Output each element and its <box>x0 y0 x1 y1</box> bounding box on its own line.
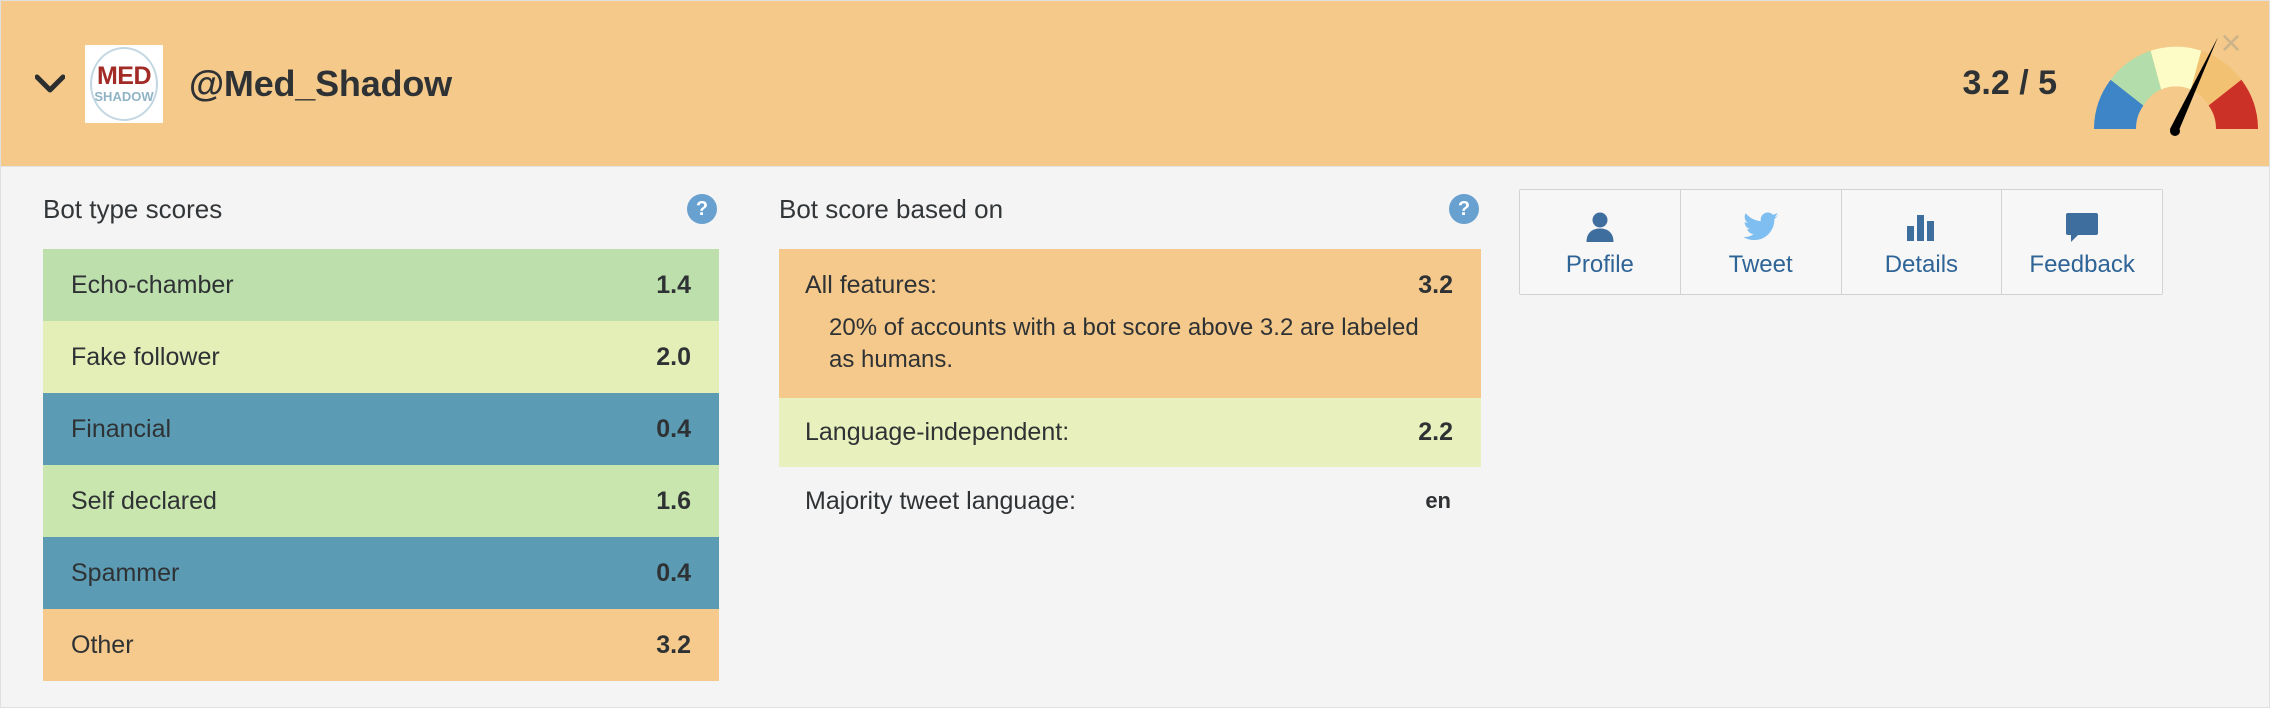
bot-type-value: 1.4 <box>656 270 691 299</box>
tweet-button-label: Tweet <box>1728 251 1793 278</box>
bot-type-label: Fake follower <box>71 342 220 371</box>
majority-language-value: en <box>1425 488 1451 514</box>
speech-bubble-icon <box>2065 207 2099 247</box>
all-features-block: All features: 3.2 20% of accounts with a… <box>779 249 1481 398</box>
bot-type-label: Spammer <box>71 558 180 587</box>
help-icon-bot-score-basis[interactable]: ? <box>1449 194 1479 224</box>
all-features-value: 3.2 <box>1418 271 1453 299</box>
all-features-label: All features: <box>805 271 938 299</box>
close-icon[interactable]: × <box>2211 23 2251 63</box>
bot-type-value: 2.0 <box>656 342 691 371</box>
language-independent-label: Language-independent: <box>805 417 1070 446</box>
all-features-row: All features: 3.2 <box>805 271 1453 300</box>
bot-type-label: Other <box>71 630 134 659</box>
action-button-group: Profile Tweet Details Feedback <box>1519 189 2163 295</box>
avatar: MED SHADOW <box>85 44 163 123</box>
bot-type-value: 0.4 <box>656 414 691 443</box>
all-features-description: 20% of accounts with a bot score above 3… <box>829 314 1419 373</box>
bot-score-card: MED SHADOW @Med_Shadow 3.2 / 5 × Bot typ… <box>0 0 2270 708</box>
table-row: Self declared 1.6 <box>43 465 719 537</box>
majority-language-label: Majority tweet language: <box>805 486 1076 515</box>
profile-button[interactable]: Profile <box>1520 190 1681 294</box>
feedback-button[interactable]: Feedback <box>2002 190 2162 294</box>
card-body: Bot type scores ? Echo-chamber 1.4 Fake … <box>1 167 2269 707</box>
chevron-down-icon[interactable] <box>23 57 77 111</box>
bot-score-basis-title: Bot score based on <box>779 193 1004 224</box>
bot-type-label: Self declared <box>71 486 217 515</box>
details-button-label: Details <box>1884 251 1959 278</box>
feedback-button-label: Feedback <box>2029 251 2135 278</box>
profile-button-label: Profile <box>1565 251 1634 278</box>
bot-score-basis-header: Bot score based on ? <box>779 189 1481 229</box>
person-icon <box>1585 207 1615 247</box>
majority-language-block: Majority tweet language: en <box>779 467 1481 536</box>
table-row: Spammer 0.4 <box>43 537 719 609</box>
avatar-logo-line1: MED <box>96 62 152 90</box>
bot-type-scores-section: Bot type scores ? Echo-chamber 1.4 Fake … <box>1 189 761 707</box>
bot-type-label: Echo-chamber <box>71 270 234 299</box>
avatar-logo-line2: SHADOW <box>94 89 154 104</box>
table-row: Fake follower 2.0 <box>43 321 719 393</box>
bot-type-value: 3.2 <box>656 630 691 659</box>
card-header: MED SHADOW @Med_Shadow 3.2 / 5 × <box>1 1 2269 167</box>
overall-score: 3.2 / 5 <box>1962 64 2057 102</box>
help-icon-bot-type-scores[interactable]: ? <box>687 194 717 224</box>
bot-type-value: 0.4 <box>656 558 691 587</box>
table-row: Other 3.2 <box>43 609 719 681</box>
bot-type-scores-header: Bot type scores ? <box>43 189 719 229</box>
account-handle[interactable]: @Med_Shadow <box>189 63 452 105</box>
actions-section: Profile Tweet Details Feedback <box>1501 189 2269 707</box>
bot-type-scores-list: Echo-chamber 1.4 Fake follower 2.0 Finan… <box>43 249 719 681</box>
bot-type-label: Financial <box>71 414 172 443</box>
details-button[interactable]: Details <box>1841 190 2003 294</box>
bot-score-basis-section: Bot score based on ? All features: 3.2 2… <box>761 189 1501 707</box>
bar-chart-icon <box>1905 207 1937 247</box>
twitter-bird-icon <box>1742 207 1779 247</box>
table-row: Echo-chamber 1.4 <box>43 249 719 321</box>
table-row: Financial 0.4 <box>43 393 719 465</box>
bot-type-value: 1.6 <box>656 486 691 515</box>
bot-type-scores-title: Bot type scores <box>43 193 223 224</box>
tweet-button[interactable]: Tweet <box>1680 190 1842 294</box>
language-independent-block: Language-independent: 2.2 <box>779 397 1481 467</box>
language-independent-value: 2.2 <box>1418 417 1453 446</box>
